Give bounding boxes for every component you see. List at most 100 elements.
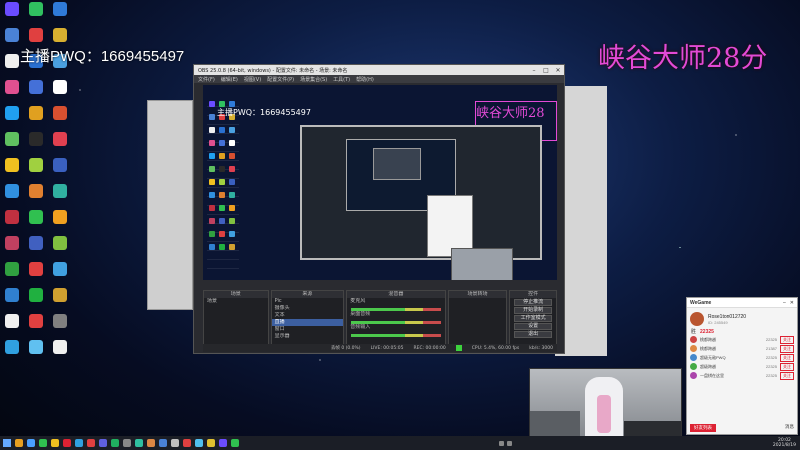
desktop-app-icon[interactable]: [48, 132, 72, 158]
control-button[interactable]: 停止推流: [514, 299, 553, 306]
desktop-app-icon[interactable]: [0, 80, 24, 106]
taskbar-app-icon[interactable]: [195, 439, 203, 447]
close-icon[interactable]: ✕: [790, 300, 794, 306]
desktop-app-icon[interactable]: [48, 236, 72, 262]
scene-item[interactable]: 场景: [204, 298, 268, 305]
taskbar-app-icon[interactable]: [171, 439, 179, 447]
taskbar-app-icon[interactable]: [135, 439, 143, 447]
source-item[interactable]: Pic: [272, 298, 344, 305]
desktop-app-icon[interactable]: [0, 158, 24, 184]
desktop-app-icon[interactable]: [48, 106, 72, 132]
follow-button[interactable]: 关注: [780, 344, 794, 353]
friend-row[interactable]: 桃都跨越 21387 关注: [687, 344, 797, 353]
desktop-app-icon[interactable]: [48, 314, 72, 340]
control-button[interactable]: 退出: [514, 331, 553, 338]
desktop-app-icon[interactable]: [0, 106, 24, 132]
maximize-icon[interactable]: □: [540, 67, 552, 74]
windows-start-icon[interactable]: [3, 439, 11, 447]
desktop-app-icon[interactable]: [0, 340, 24, 366]
taskbar-app-icon[interactable]: [87, 439, 95, 447]
taskbar-app-icon[interactable]: [123, 439, 131, 447]
taskbar-clock[interactable]: 20:02 2021/8/19: [773, 438, 800, 448]
desktop-app-icon[interactable]: [24, 80, 48, 106]
obs-menu-item[interactable]: 场景集合(S): [300, 76, 327, 83]
desktop-app-icon[interactable]: [48, 158, 72, 184]
obs-menu-item[interactable]: 视图(V): [244, 76, 261, 83]
desktop-app-icon[interactable]: [0, 262, 24, 288]
mixer-dock[interactable]: 混音器 麦克风 桌面音频 音频输入: [346, 290, 446, 352]
desktop-app-icon[interactable]: [48, 80, 72, 106]
desktop-app-icon[interactable]: [48, 210, 72, 236]
source-item[interactable]: 窗口: [272, 326, 344, 333]
close-icon[interactable]: ✕: [552, 67, 564, 74]
system-tray[interactable]: [499, 440, 513, 446]
taskbar-app-icon[interactable]: [27, 439, 35, 447]
desktop-app-icon[interactable]: [24, 158, 48, 184]
desktop-app-icon[interactable]: [24, 184, 48, 210]
taskbar-app-icon[interactable]: [147, 439, 155, 447]
messages-button[interactable]: 消息: [785, 424, 794, 432]
taskbar-app-icon[interactable]: [99, 439, 107, 447]
desktop-app-icon[interactable]: [24, 288, 48, 314]
follow-button[interactable]: 关注: [780, 335, 794, 344]
control-button[interactable]: 开始录制: [514, 307, 553, 314]
desktop-app-icon[interactable]: [24, 132, 48, 158]
control-button[interactable]: 工作室模式: [514, 315, 553, 322]
obs-menu-item[interactable]: 工具(T): [333, 76, 350, 83]
friend-row[interactable]: 桃都跨越 22325 关注: [687, 335, 797, 344]
source-item[interactable]: 文本: [272, 312, 344, 319]
scenes-dock[interactable]: 场景 场景: [203, 290, 269, 352]
obs-menu-item[interactable]: 帮助(H): [356, 76, 374, 83]
obs-titlebar[interactable]: OBS 25.0.8 (64-bit, windows) - 配置文件: 未命名…: [194, 65, 564, 75]
desktop-app-icon[interactable]: [24, 262, 48, 288]
obs-menu-item[interactable]: 编辑(E): [221, 76, 238, 83]
desktop-app-icon[interactable]: [0, 132, 24, 158]
desktop-app-icon[interactable]: [48, 340, 72, 366]
sources-dock[interactable]: 来源 Pic 摄像头 文本 直播 窗口 显示器: [270, 290, 345, 352]
taskbar-app-icon[interactable]: [207, 439, 215, 447]
desktop-app-icon[interactable]: [24, 106, 48, 132]
obs-preview[interactable]: 主播PWQ：1669455497 峡谷大师28分: [203, 85, 557, 280]
control-button[interactable]: 设置: [514, 323, 553, 330]
friend-list-button[interactable]: 好友列表: [690, 424, 716, 432]
taskbar-app-icon[interactable]: [219, 439, 227, 447]
desktop-app-icon[interactable]: [24, 314, 48, 340]
desktop-app-icon[interactable]: [48, 288, 72, 314]
taskbar-app-icon[interactable]: [15, 439, 23, 447]
friend-row[interactable]: 超级无敌PWQ 22325 关注: [687, 353, 797, 362]
volume-meter[interactable]: [351, 334, 441, 337]
desktop-app-icon[interactable]: [0, 288, 24, 314]
desktop-app-icon[interactable]: [0, 210, 24, 236]
source-item[interactable]: 显示器: [272, 333, 344, 340]
desktop-app-icon[interactable]: [24, 210, 48, 236]
source-item[interactable]: 摄像头: [272, 305, 344, 312]
taskbar-app-icon[interactable]: [183, 439, 191, 447]
obs-menu-item[interactable]: 配置文件(P): [267, 76, 294, 83]
taskbar-app-icon[interactable]: [51, 439, 59, 447]
transition-dock[interactable]: 场景转场: [447, 290, 508, 352]
taskbar-app-icon[interactable]: [63, 439, 71, 447]
taskbar-app-icon[interactable]: [111, 439, 119, 447]
desktop-app-icon[interactable]: [48, 184, 72, 210]
follow-button[interactable]: 关注: [780, 371, 794, 380]
volume-icon[interactable]: [507, 440, 513, 446]
avatar[interactable]: [690, 312, 704, 326]
desktop-app-icon[interactable]: [24, 236, 48, 262]
taskbar-app-icon[interactable]: [75, 439, 83, 447]
wegame-panel[interactable]: WeGame – ✕ Rose1ton012720 ID: 245549 胜 2…: [686, 297, 798, 435]
controls-dock[interactable]: 控件 停止推流 开始录制 工作室模式 设置 退出: [509, 290, 558, 352]
desktop-app-icon[interactable]: [0, 236, 24, 262]
desktop-app-icon[interactable]: [48, 2, 72, 28]
taskbar-app-icon[interactable]: [159, 439, 167, 447]
obs-window[interactable]: OBS 25.0.8 (64-bit, windows) - 配置文件: 未命名…: [193, 64, 565, 354]
obs-menu-item[interactable]: 文件(F): [198, 76, 215, 83]
taskbar-app-icon[interactable]: [231, 439, 239, 447]
desktop-app-icon[interactable]: [24, 2, 48, 28]
network-icon[interactable]: [499, 440, 505, 446]
desktop-app-icon[interactable]: [48, 262, 72, 288]
follow-button[interactable]: 关注: [780, 353, 794, 362]
desktop-app-icon[interactable]: [0, 314, 24, 340]
taskbar-app-icon[interactable]: [39, 439, 47, 447]
friend-row[interactable]: 超级跨越 22325 关注: [687, 362, 797, 371]
desktop-app-icon[interactable]: [0, 184, 24, 210]
